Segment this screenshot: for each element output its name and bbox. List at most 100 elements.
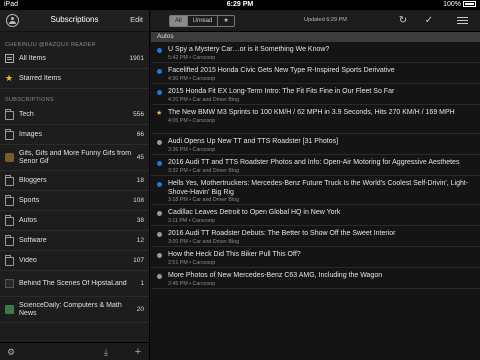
filter-segmented-control: All Unread ★ [169,15,235,27]
list-item[interactable]: U Spy a Mystery Car…or is it Something W… [151,42,480,63]
star-icon: ★ [156,110,163,117]
sidebar-item-count: 20 [136,306,144,313]
sidebar-item-sciencedaily[interactable]: ScienceDaily: Computers & Math News 20 [0,297,149,323]
article-meta: 4:05 PM • Carscoop [168,117,216,124]
sidebar-item-count: 108 [133,197,144,204]
list-item[interactable]: How the Heck Did This Biker Pull This Of… [151,247,480,268]
subscriptions-label: SUBSCRIPTIONS [5,97,54,103]
filter-all[interactable]: All [170,16,188,26]
refresh-icon[interactable]: ↻ [397,15,409,27]
article-list-pane: All Unread ★ Updated 6:29 PM ↻ ✓ Autos U… [151,10,480,360]
sidebar-footer: ⚙ ⤓ + [0,342,149,360]
feed-icon [5,153,14,162]
sidebar-item-software[interactable]: Software 12 [0,231,149,251]
article-meta: 3:18 PM • Car and Driver Blog [168,197,240,203]
sidebar-header: Subscriptions Edit [0,10,149,32]
folder-icon [5,234,14,246]
mark-read-icon[interactable]: ✓ [423,15,435,27]
read-dot-icon [157,274,162,279]
folder-icon [5,254,14,266]
article-meta: 3:11 PM • Carscoop [168,217,215,224]
sidebar-item-bloggers[interactable]: Bloggers 18 [0,171,149,191]
folder-icon [5,128,14,140]
article-title: The New BMW M3 Sprints to 100 KM/H / 62 … [168,109,455,116]
article-title: Facelifted 2015 Honda Civic Gets New Typ… [168,67,395,74]
list-item[interactable]: 2015 Honda Fit EX Long-Term Intro: The F… [151,84,480,105]
unread-dot-icon [157,182,162,187]
unread-dot-icon [157,48,162,53]
sidebar-item-gifs[interactable]: Gifs, Gifs and More Funny Gifs from Seno… [0,145,149,171]
battery-percent: 100% [443,1,461,8]
list-item[interactable]: 2016 Audi TT and TTS Roadster Photos and… [151,155,480,176]
sidebar-item-tech[interactable]: Tech 556 [0,105,149,125]
edit-button[interactable]: Edit [130,15,143,24]
article-meta: 3:32 PM • Car and Driver Blog [168,167,240,174]
article-title: Audi Opens Up New TT and TTS Roadster [3… [168,138,339,145]
sidebar-item-all-items[interactable]: All Items 1901 [0,49,149,69]
read-dot-icon [157,253,162,258]
unread-dot-icon [157,69,162,74]
sidebar-title: Subscriptions [50,15,99,24]
import-icon[interactable]: ⤓ [101,347,111,357]
read-dot-icon [157,140,162,145]
article-title: 2016 Audi TT Roadster Debuts: The Better… [168,230,396,237]
article-title: 2015 Honda Fit EX Long-Term Intro: The F… [168,88,395,95]
article-meta: 5:42 PM • Carscoop [168,54,216,61]
list-item[interactable]: Cadillac Leaves Detroit to Open Global H… [151,205,480,226]
sidebar-item-count: 12 [136,237,144,244]
list-item[interactable]: 2016 Audi TT Roadster Debuts: The Better… [151,226,480,247]
article-meta: 4:30 PM • Carscoop [168,75,216,82]
updated-label: Updated 6:29 PM [304,17,347,23]
add-icon[interactable]: + [133,347,143,358]
unread-dot-icon [157,90,162,95]
section-header: Autos [151,32,480,42]
star-icon: ★ [5,73,14,83]
sidebar-item-hipstaland[interactable]: Behind The Scenes Of HipstaLand 1 [0,271,149,297]
article-title: 2016 Audi TT and TTS Roadster Photos and… [168,159,460,166]
sidebar-item-label: Video [19,256,37,264]
sidebar-item-label: Behind The Scenes Of HipstaLand [19,279,127,287]
sidebar-item-count: 1 [140,280,144,287]
sidebar-item-label: Starred Items [19,74,62,82]
list-item[interactable]: Audi Opens Up New TT and TTS Roadster [3… [151,134,480,155]
article-meta: 2:45 PM • Carscoop [168,280,216,287]
folder-icon [5,214,14,226]
all-items-icon [5,54,14,63]
article-title: U Spy a Mystery Car…or is it Something W… [168,46,330,53]
list-item[interactable]: More Photos of New Mercedes-Benz C63 AMG… [151,268,480,289]
sidebar-item-count: 556 [133,111,144,118]
unread-dot-icon [157,161,162,166]
sidebar-item-sports[interactable]: Sports 108 [0,191,149,211]
sidebar-item-label: Tech [19,110,34,118]
sidebar-item-images[interactable]: Images 66 [0,125,149,145]
sidebar-item-autos[interactable]: Autos 38 [0,211,149,231]
read-dot-icon [157,232,162,237]
sidebar-item-label: All Items [19,54,46,62]
sidebar-item-video[interactable]: Video 107 [0,251,149,271]
sidebar-item-label: Software [19,236,47,244]
filter-starred[interactable]: ★ [218,16,233,26]
list-item[interactable]: Hells Yes, Mothertruckers: Mercedes-Benz… [151,176,480,205]
sidebar-item-count: 38 [136,217,144,224]
sidebar-item-starred-items[interactable]: ★ Starred Items [0,69,149,89]
sidebar-item-label: ScienceDaily: Computers & Math News [19,301,122,317]
subscriptions-sidebar: Subscriptions Edit CHEBINLIU @BAZQUX REA… [0,10,150,360]
sidebar-item-label: Autos [19,216,37,224]
list-item[interactable]: Facelifted 2015 Honda Civic Gets New Typ… [151,63,480,84]
menu-icon[interactable] [457,17,468,24]
list-item[interactable]: ★ The New BMW M3 Sprints to 100 KM/H / 6… [151,105,480,134]
filter-unread[interactable]: Unread [188,16,219,26]
feed-icon [5,305,14,314]
article-title: Cadillac Leaves Detroit to Open Global H… [168,209,341,216]
sidebar-item-count: 107 [133,257,144,264]
sidebar-item-count: 1901 [129,55,144,62]
feed-icon [5,279,14,288]
sidebar-item-label: Sports [19,196,40,204]
folder-icon [5,108,14,120]
sidebar-item-count: 18 [136,177,144,184]
gear-icon[interactable]: ⚙ [6,347,16,357]
folder-icon [5,194,14,206]
article-title: Hells Yes, Mothertruckers: Mercedes-Benz… [168,180,469,196]
clock: 6:29 PM [226,1,254,8]
sidebar-item-label: Gifs, Gifs and More Funny Gifs from Seno… [19,149,132,165]
